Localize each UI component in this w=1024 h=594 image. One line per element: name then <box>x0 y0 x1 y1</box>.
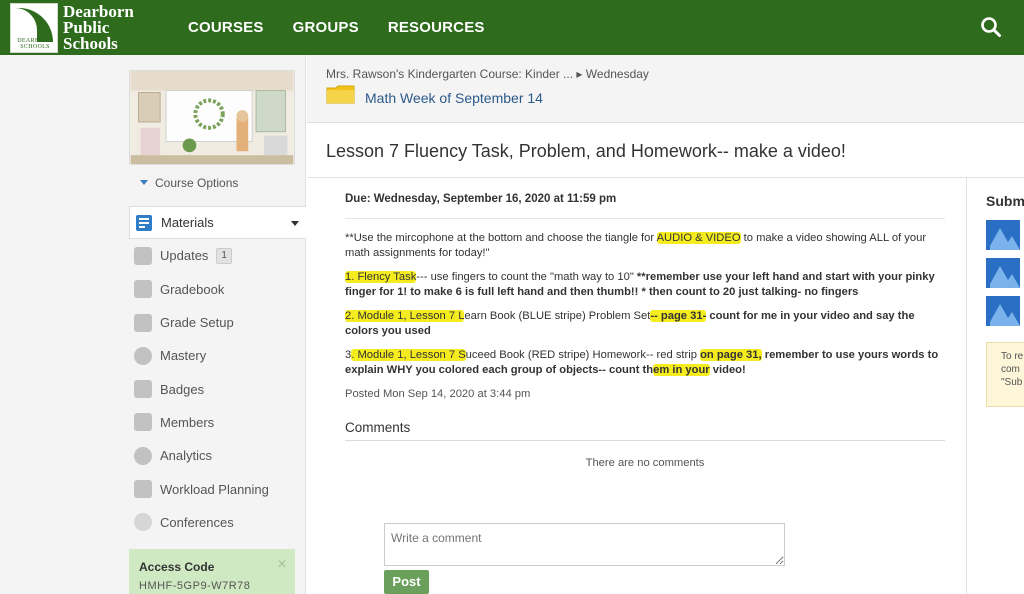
sidebar-item-label: Workload Planning <box>160 481 269 497</box>
folder-icon <box>326 85 355 104</box>
course-options-toggle[interactable]: Course Options <box>140 176 238 190</box>
caret-down-icon[interactable] <box>291 221 299 226</box>
logo-text: Dearborn Public Schools <box>63 1 134 53</box>
page-title: Lesson 7 Fluency Task, Problem, and Home… <box>326 141 846 161</box>
divider <box>345 218 945 219</box>
submissions-heading: Subm <box>986 193 1024 209</box>
submission-app-icon[interactable] <box>986 220 1020 250</box>
badges-icon <box>134 380 152 399</box>
course-sidebar: Course Options Materials Updates 1 Grade… <box>0 55 306 594</box>
breadcrumb-trail: Mrs. Rawson's Kindergarten Course: Kinde… <box>326 67 649 81</box>
breadcrumb: Mrs. Rawson's Kindergarten Course: Kinde… <box>307 55 1024 123</box>
instruction-paragraph: **Use the mircophone at the bottom and c… <box>345 232 927 259</box>
members-icon <box>134 413 152 432</box>
divider <box>307 177 1024 178</box>
top-navigation-bar: DEARBORN SCHOOLS Dearborn Public Schools… <box>0 0 1024 55</box>
search-icon[interactable] <box>980 16 1002 38</box>
materials-icon <box>136 214 152 231</box>
sidebar-item-label: Mastery <box>160 348 207 364</box>
updates-count-badge: 1 <box>216 247 232 264</box>
access-code-label: Access Code <box>139 560 215 574</box>
chevron-down-icon <box>140 180 148 185</box>
task-1-paragraph: 1. Flency Task--- use fingers to count t… <box>345 271 935 298</box>
updates-icon <box>134 246 152 265</box>
dearborn-logo[interactable]: DEARBORN SCHOOLS Dearborn Public Schools <box>10 0 134 55</box>
sidebar-item-gradebook[interactable]: Gradebook <box>129 273 306 306</box>
access-code-value: HMHF-5GP9-W7R78 <box>139 580 251 592</box>
mastery-icon <box>134 346 152 365</box>
sidebar-item-badges[interactable]: Badges <box>129 372 306 405</box>
nav-groups[interactable]: GROUPS <box>293 19 359 36</box>
task-3-paragraph: 3. Module 1, Lesson 7 Suceed Book (RED s… <box>345 349 939 376</box>
close-icon[interactable]: ✕ <box>277 557 287 571</box>
access-code-panel: Access Code HMHF-5GP9-W7R78 ✕ <box>129 549 295 594</box>
comments-heading: Comments <box>345 420 411 435</box>
due-date: Due: Wednesday, September 16, 2020 at 11… <box>345 193 617 205</box>
sidebar-item-label: Updates <box>160 248 209 264</box>
assignment-body: Due: Wednesday, September 16, 2020 at 11… <box>345 192 945 471</box>
sidebar-item-materials[interactable]: Materials <box>129 206 306 240</box>
sidebar-item-analytics[interactable]: Analytics <box>129 439 306 472</box>
sidebar-item-mastery[interactable]: Mastery <box>129 339 306 372</box>
sidebar-item-label: Conferences <box>160 514 234 530</box>
sidebar-item-label: Grade Setup <box>160 315 234 331</box>
breadcrumb-course-link[interactable]: Mrs. Rawson's Kindergarten Course: Kinde… <box>326 67 573 81</box>
main-nav: COURSES GROUPS RESOURCES <box>188 0 485 55</box>
folder-title[interactable]: Math Week of September 14 <box>365 90 543 106</box>
submission-app-icon[interactable] <box>986 296 1020 326</box>
comment-input[interactable] <box>384 523 785 566</box>
breadcrumb-separator: ▸ <box>576 67 583 81</box>
sidebar-item-updates[interactable]: Updates 1 <box>129 239 306 272</box>
sidebar-item-members[interactable]: Members <box>129 406 306 439</box>
sidebar-item-label: Gradebook <box>160 281 225 297</box>
divider <box>966 178 967 594</box>
submission-app-icon[interactable] <box>986 258 1020 288</box>
sidebar-item-label: Analytics <box>160 448 213 464</box>
sidebar-item-label: Materials <box>161 215 214 231</box>
task-2-paragraph: 2. Module 1, Lesson 7 Learn Book (BLUE s… <box>345 310 915 337</box>
nav-courses[interactable]: COURSES <box>188 19 264 36</box>
no-comments-text: There are no comments <box>585 457 705 469</box>
post-comment-button[interactable]: Post <box>384 570 429 594</box>
breadcrumb-folder-link[interactable]: Wednesday <box>586 67 649 81</box>
conferences-icon <box>134 513 152 532</box>
workload-icon <box>134 480 152 499</box>
nav-resources[interactable]: RESOURCES <box>388 19 485 36</box>
sidebar-item-grade-setup[interactable]: Grade Setup <box>129 306 306 339</box>
analytics-icon <box>134 446 152 465</box>
grade-setup-icon <box>134 313 152 332</box>
gradebook-icon <box>134 280 152 299</box>
submission-note: To re com "Sub <box>986 342 1024 407</box>
logo-mark-icon: DEARBORN SCHOOLS <box>10 2 58 53</box>
course-menu: Materials Updates 1 Gradebook Grade Setu… <box>129 206 306 539</box>
course-profile-image[interactable] <box>129 70 295 165</box>
divider <box>345 440 945 441</box>
sidebar-item-label: Members <box>160 414 215 430</box>
sidebar-item-workload-planning[interactable]: Workload Planning <box>129 472 306 505</box>
sidebar-item-label: Badges <box>160 381 205 397</box>
sidebar-item-conferences[interactable]: Conferences <box>129 506 306 539</box>
posted-timestamp: Posted Mon Sep 14, 2020 at 3:44 pm <box>345 388 531 400</box>
